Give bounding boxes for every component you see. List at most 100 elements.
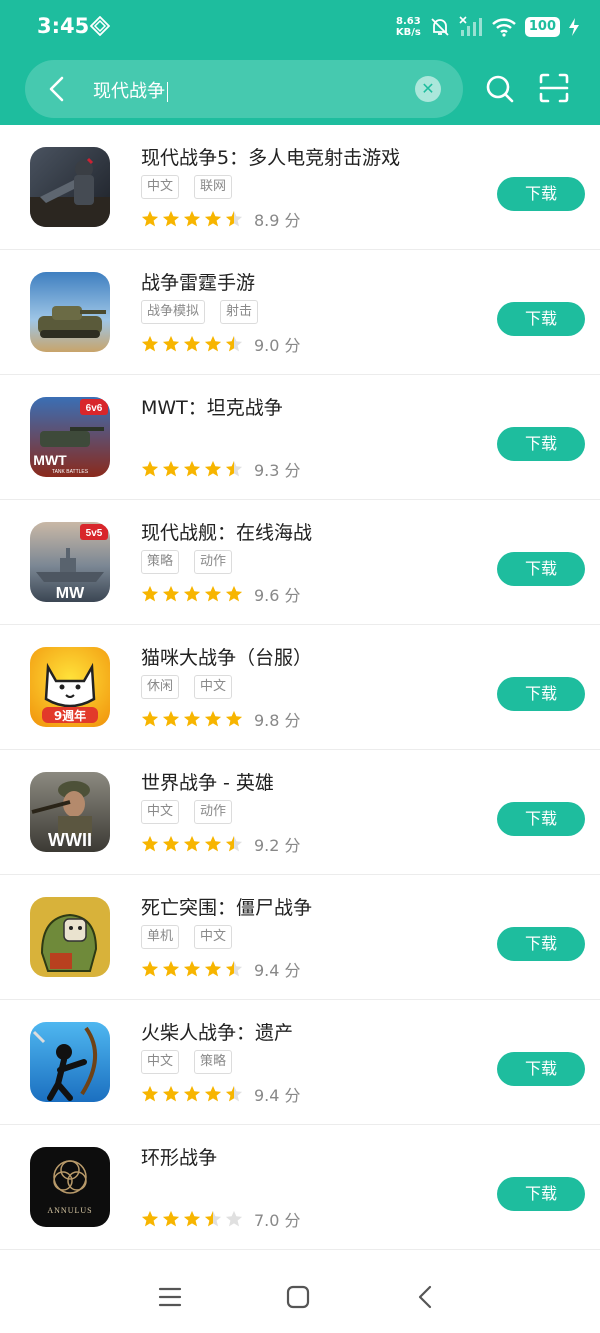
app-name: 环形战争 bbox=[141, 1147, 218, 1169]
star-full-icon bbox=[183, 960, 201, 977]
app-score: 9.3 分 bbox=[254, 461, 301, 480]
star-full-icon bbox=[183, 1210, 201, 1227]
app-list-item[interactable]: 现代战争5：多人电竞射击游戏 中文 联网 8.9 分 下载 bbox=[0, 125, 600, 250]
vpn-diamond-icon bbox=[90, 16, 110, 36]
app-icon-modern-combat-5[interactable] bbox=[30, 147, 110, 227]
scan-icon[interactable] bbox=[538, 72, 570, 104]
app-tags: 单机 中文 bbox=[141, 925, 233, 949]
app-icon-dead-ahead-zombie-warfare[interactable] bbox=[30, 897, 110, 977]
app-name: 现代战争5：多人电竞射击游戏 bbox=[141, 147, 401, 169]
star-full-icon bbox=[162, 210, 180, 227]
app-name: 火柴人战争：遗产 bbox=[141, 1022, 294, 1044]
download-button[interactable]: 下载 bbox=[497, 1177, 585, 1211]
download-button[interactable]: 下载 bbox=[497, 927, 585, 961]
svg-text:5v5: 5v5 bbox=[86, 528, 103, 539]
app-score: 8.9 分 bbox=[254, 211, 301, 230]
app-tag: 动作 bbox=[194, 800, 233, 824]
recent-apps-menu-icon[interactable] bbox=[157, 1284, 183, 1310]
cellular-signal-icon bbox=[459, 16, 482, 36]
app-name: 战争雷霆手游 bbox=[141, 272, 256, 294]
app-list-item[interactable]: ANNULUS 环形战争 7.0 分 下载 bbox=[0, 1125, 600, 1250]
app-list-item[interactable]: 死亡突围：僵尸战争 单机 中文 9.4 分 下载 bbox=[0, 875, 600, 1000]
app-tags: 中文 联网 bbox=[141, 175, 233, 199]
app-rating: 7.0 分 bbox=[141, 1207, 301, 1231]
app-name: 猫咪大战争（台服） bbox=[141, 647, 313, 669]
app-score: 9.2 分 bbox=[254, 836, 301, 855]
app-score: 9.6 分 bbox=[254, 586, 301, 605]
star-full-icon bbox=[162, 460, 180, 477]
app-tags: 中文 动作 bbox=[141, 800, 233, 824]
search-icon[interactable] bbox=[484, 73, 516, 105]
app-icon-annulus[interactable]: ANNULUS bbox=[30, 1147, 110, 1227]
star-full-icon bbox=[204, 335, 222, 352]
app-tag: 中文 bbox=[194, 925, 233, 949]
svg-text:6v6: 6v6 bbox=[86, 403, 103, 414]
search-box[interactable]: 现代战争 ✕ bbox=[25, 60, 463, 118]
download-button[interactable]: 下载 bbox=[497, 552, 585, 586]
star-rating bbox=[141, 210, 243, 228]
clear-search-button[interactable]: ✕ bbox=[415, 76, 441, 102]
star-half-icon bbox=[225, 960, 243, 977]
wifi-icon bbox=[492, 18, 516, 37]
app-rating: 9.0 分 bbox=[141, 332, 301, 356]
network-speed: 8.63 KB/s bbox=[395, 16, 421, 38]
app-score: 9.8 分 bbox=[254, 711, 301, 730]
svg-text:MWT: MWT bbox=[33, 452, 67, 468]
mute-bell-icon bbox=[431, 18, 449, 36]
download-button[interactable]: 下载 bbox=[497, 677, 585, 711]
star-full-icon bbox=[141, 1210, 159, 1227]
star-full-icon bbox=[162, 1210, 180, 1227]
app-list-item[interactable]: 火柴人战争：遗产 中文 策略 9.4 分 下载 bbox=[0, 1000, 600, 1125]
star-full-icon bbox=[141, 460, 159, 477]
star-full-icon bbox=[141, 710, 159, 727]
app-rating: 9.3 分 bbox=[141, 457, 301, 481]
svg-text:MW: MW bbox=[56, 585, 85, 602]
download-button[interactable]: 下载 bbox=[497, 802, 585, 836]
star-rating bbox=[141, 960, 243, 978]
star-full-icon bbox=[141, 210, 159, 227]
app-rating: 9.2 分 bbox=[141, 832, 301, 856]
app-score: 7.0 分 bbox=[254, 1211, 301, 1230]
download-button[interactable]: 下载 bbox=[497, 1052, 585, 1086]
app-list-item[interactable]: 5v5 MW 现代战舰：在线海战 策略 动作 9.6 分 下载 bbox=[0, 500, 600, 625]
app-list-item[interactable]: 战争雷霆手游 战争模拟 射击 9.0 分 下载 bbox=[0, 250, 600, 375]
app-list-item[interactable]: WWII 世界战争 - 英雄 中文 动作 9.2 分 下载 bbox=[0, 750, 600, 875]
download-button[interactable]: 下载 bbox=[497, 302, 585, 336]
star-half-icon bbox=[225, 210, 243, 227]
back-arrow-icon[interactable] bbox=[43, 74, 73, 104]
download-button[interactable]: 下载 bbox=[497, 177, 585, 211]
app-list-item[interactable]: 6v6 MWT TANK BATTLES MWT：坦克战争 9.3 分 下载 bbox=[0, 375, 600, 500]
star-full-icon bbox=[204, 1085, 222, 1102]
app-icon-war-thunder[interactable] bbox=[30, 272, 110, 352]
app-icon-battle-cats[interactable]: 9週年 bbox=[30, 647, 110, 727]
download-button[interactable]: 下载 bbox=[497, 427, 585, 461]
star-full-icon bbox=[204, 710, 222, 727]
app-tag: 休闲 bbox=[141, 675, 180, 699]
star-rating bbox=[141, 835, 243, 853]
star-rating bbox=[141, 1085, 243, 1103]
star-full-icon bbox=[141, 835, 159, 852]
back-chevron-icon[interactable] bbox=[413, 1284, 439, 1310]
app-icon-world-war-heroes[interactable]: WWII bbox=[30, 772, 110, 852]
app-tag: 中文 bbox=[194, 675, 233, 699]
text-caret bbox=[167, 82, 168, 102]
star-full-icon bbox=[204, 210, 222, 227]
app-tag: 动作 bbox=[194, 550, 233, 574]
star-full-icon bbox=[183, 335, 201, 352]
app-icon-modern-warships[interactable]: 5v5 MW bbox=[30, 522, 110, 602]
star-full-icon bbox=[183, 710, 201, 727]
status-time: 3:45 bbox=[37, 14, 90, 38]
svg-text:ANNULUS: ANNULUS bbox=[47, 1206, 92, 1215]
home-square-icon[interactable] bbox=[285, 1284, 311, 1310]
app-tag: 中文 bbox=[141, 800, 180, 824]
app-icon-mwt-tank-battles[interactable]: 6v6 MWT TANK BATTLES bbox=[30, 397, 110, 477]
app-icon-stick-war-legacy[interactable] bbox=[30, 1022, 110, 1102]
star-full-icon bbox=[162, 335, 180, 352]
app-list-item[interactable]: 9週年 猫咪大战争（台服） 休闲 中文 9.8 分 下载 bbox=[0, 625, 600, 750]
app-rating: 9.4 分 bbox=[141, 957, 301, 981]
star-full-icon bbox=[183, 460, 201, 477]
search-input[interactable]: 现代战争 bbox=[93, 77, 168, 103]
star-full-icon bbox=[204, 835, 222, 852]
star-rating bbox=[141, 335, 243, 353]
app-tag: 射击 bbox=[220, 300, 259, 324]
